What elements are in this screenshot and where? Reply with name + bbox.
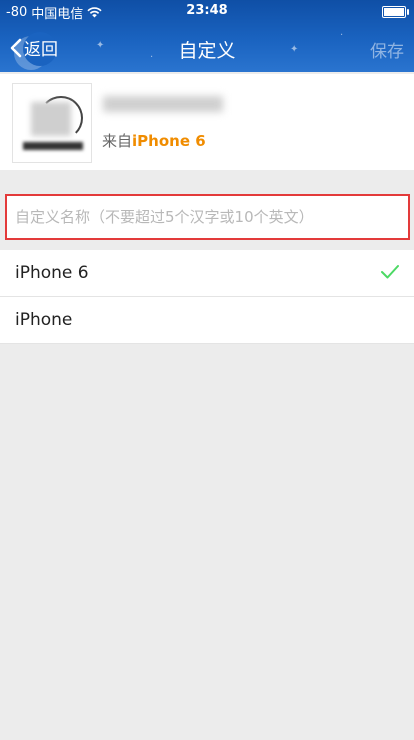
checkmark-icon bbox=[381, 265, 399, 279]
from-device: iPhone 6 bbox=[132, 132, 206, 150]
option-label: iPhone 6 bbox=[15, 263, 89, 283]
device-thumbnail bbox=[12, 83, 92, 163]
list-item-option-0[interactable]: iPhone 6 bbox=[0, 250, 414, 297]
battery-icon bbox=[382, 6, 409, 18]
screen: ✦ · ✦ · -80 中国电信 23:48 返回 自定义 保存 来自iPhon… bbox=[0, 0, 414, 740]
status-bar: -80 中国电信 23:48 bbox=[0, 0, 414, 22]
custom-name-field bbox=[5, 194, 410, 240]
device-source: 来自iPhone 6 bbox=[102, 130, 206, 151]
option-label: iPhone bbox=[15, 310, 73, 330]
list-item-option-1[interactable]: iPhone bbox=[0, 297, 414, 344]
device-name-redacted bbox=[103, 96, 223, 112]
header: ✦ · ✦ · -80 中国电信 23:48 返回 自定义 保存 bbox=[0, 0, 414, 72]
device-card: 来自iPhone 6 bbox=[0, 74, 414, 170]
thumbnail-blur bbox=[31, 102, 71, 136]
thumbnail-caption-blur bbox=[23, 142, 83, 150]
page-title: 自定义 bbox=[178, 40, 236, 62]
nav-bar: 返回 自定义 保存 bbox=[0, 26, 414, 70]
status-time: 23:48 bbox=[186, 3, 228, 18]
save-button[interactable]: 保存 bbox=[370, 37, 404, 62]
from-prefix: 来自 bbox=[102, 132, 133, 150]
option-list: iPhone 6 iPhone bbox=[0, 250, 414, 344]
custom-name-input[interactable] bbox=[7, 196, 408, 238]
